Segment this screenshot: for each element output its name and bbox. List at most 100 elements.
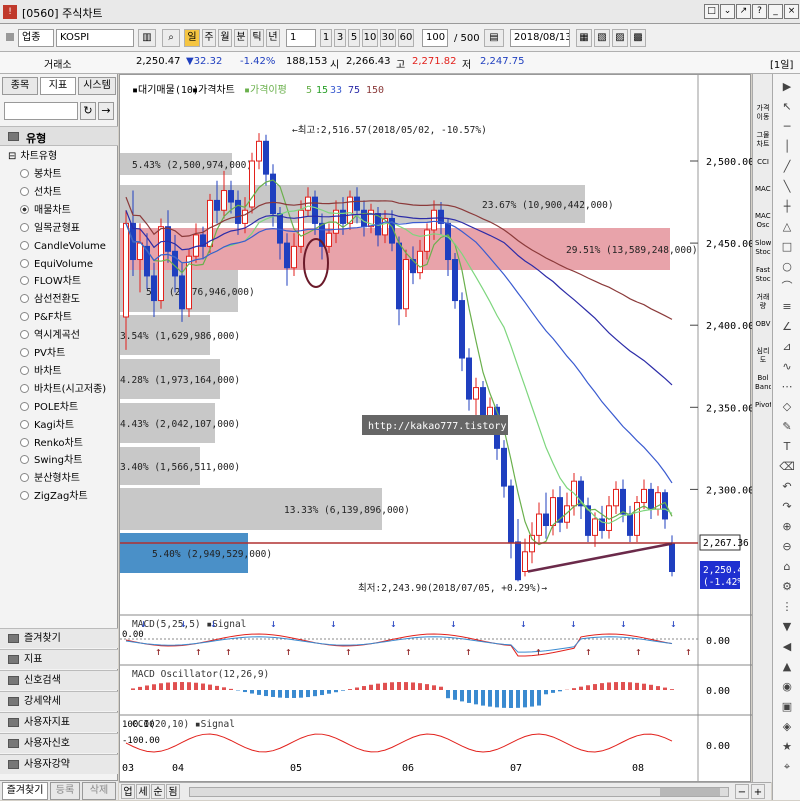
drawing-tool-icon[interactable]: ▼: [778, 618, 796, 636]
radio-icon[interactable]: [20, 312, 29, 321]
chart-type-4[interactable]: CandleVolume: [20, 238, 106, 255]
accordion-3[interactable]: 강세약세: [0, 691, 118, 711]
indicator-tool-7[interactable]: 거래량: [755, 293, 771, 323]
chart-type-14[interactable]: Kagi차트: [20, 417, 74, 434]
section-header[interactable]: 유형: [0, 126, 118, 146]
accordion-4[interactable]: 사용자지표: [0, 712, 118, 732]
zoom-in-icon[interactable]: +: [751, 784, 765, 799]
accordion-2[interactable]: 신호검색: [0, 670, 118, 690]
chart-type-3[interactable]: 일목균형표: [20, 220, 80, 237]
arrow-icon[interactable]: →: [98, 102, 114, 120]
drawing-tool-icon[interactable]: ⚙: [778, 578, 796, 596]
drawing-tool-icon[interactable]: ⌫: [778, 458, 796, 476]
tab-items[interactable]: 종목: [2, 77, 38, 95]
drawing-tool-icon[interactable]: ◀: [778, 638, 796, 656]
chart-type-13[interactable]: POLE차트: [20, 399, 78, 416]
drawing-tool-icon[interactable]: ⊖: [778, 538, 796, 556]
drawing-tool-icon[interactable]: ─: [778, 118, 796, 136]
indicator-tool-11[interactable]: Pivot: [755, 401, 771, 431]
interval-5[interactable]: 5: [348, 29, 360, 47]
chart-type-15[interactable]: Renko차트: [20, 435, 83, 452]
interval-1[interactable]: 1: [320, 29, 332, 47]
chart-type-6[interactable]: FLOW차트: [20, 273, 81, 290]
count-input[interactable]: 100: [422, 29, 448, 47]
window-btn-2[interactable]: ⌄: [720, 4, 735, 19]
chart-type-group[interactable]: ⊟차트유형: [8, 148, 57, 165]
drawing-tool-icon[interactable]: ∿: [778, 358, 796, 376]
indicator-tool-10[interactable]: Bol Band: [755, 374, 771, 404]
drawing-tool-icon[interactable]: ⌖: [778, 758, 796, 776]
bottom-btn-2[interactable]: 세: [136, 784, 150, 799]
radio-icon[interactable]: [20, 330, 29, 339]
drawing-tool-icon[interactable]: ∠: [778, 318, 796, 336]
drawing-tool-icon[interactable]: ✎: [778, 418, 796, 436]
tab-favorites[interactable]: 즐겨찾기: [2, 782, 48, 800]
drawing-tool-icon[interactable]: ⋮: [778, 598, 796, 616]
radio-icon[interactable]: [20, 169, 29, 178]
tab-system[interactable]: 시스템: [78, 77, 116, 95]
drawing-tool-icon[interactable]: ↷: [778, 498, 796, 516]
radio-icon[interactable]: [20, 366, 29, 375]
category-select[interactable]: 업종: [18, 29, 54, 47]
bottom-btn-3[interactable]: 순: [151, 784, 165, 799]
period-year[interactable]: 년: [266, 29, 280, 47]
tab-indicators[interactable]: 지표: [40, 77, 76, 95]
horizontal-scrollbar[interactable]: [189, 787, 729, 797]
tab-register[interactable]: 등록: [50, 782, 80, 800]
export-icon[interactable]: ▩: [630, 29, 646, 47]
drawing-tool-icon[interactable]: ⊿: [778, 338, 796, 356]
drawing-tool-icon[interactable]: ╲: [778, 178, 796, 196]
interval-30[interactable]: 30: [380, 29, 396, 47]
scrollbar-thumb[interactable]: [660, 788, 720, 796]
radio-icon[interactable]: [20, 473, 29, 482]
save-icon[interactable]: ▧: [594, 29, 610, 47]
drawing-tool-icon[interactable]: ↖: [778, 98, 796, 116]
unit-select[interactable]: 1: [286, 29, 316, 47]
radio-icon[interactable]: [20, 491, 29, 500]
indicator-search-input[interactable]: [4, 102, 78, 120]
drawing-tool-icon[interactable]: ▲: [778, 658, 796, 676]
minimize-button[interactable]: _: [768, 4, 783, 19]
chart-type-1[interactable]: 선차트: [20, 184, 62, 201]
drawing-tool-icon[interactable]: ○: [778, 258, 796, 276]
drawing-tool-icon[interactable]: ▶: [778, 78, 796, 96]
refresh-icon[interactable]: ↻: [80, 102, 96, 120]
chart-type-5[interactable]: EquiVolume: [20, 256, 93, 273]
drawing-tool-icon[interactable]: ◇: [778, 398, 796, 416]
tab-delete[interactable]: 삭제: [82, 782, 116, 800]
radio-icon[interactable]: [20, 384, 29, 393]
radio-icon[interactable]: [20, 294, 29, 303]
chart-type-18[interactable]: ZigZag차트: [20, 488, 88, 505]
radio-icon[interactable]: [20, 455, 29, 464]
search-icon[interactable]: ⌕: [162, 29, 180, 47]
indicator-tool-0[interactable]: 가격이동: [755, 104, 771, 134]
drawing-tool-icon[interactable]: T: [778, 438, 796, 456]
drawing-tool-icon[interactable]: □: [778, 238, 796, 256]
accordion-5[interactable]: 사용자신호: [0, 733, 118, 753]
symbol-select[interactable]: KOSPI: [56, 29, 134, 47]
indicator-tool-9[interactable]: 심리도: [755, 347, 771, 377]
drawing-tool-icon[interactable]: ↶: [778, 478, 796, 496]
accordion-6[interactable]: 사용자강약: [0, 754, 118, 774]
radio-icon[interactable]: [20, 241, 29, 250]
chart-type-10[interactable]: PV차트: [20, 345, 65, 362]
indicator-tool-8[interactable]: OBV: [755, 320, 771, 350]
radio-icon[interactable]: [20, 259, 29, 268]
drawing-tool-icon[interactable]: ┼: [778, 198, 796, 216]
radio-icon[interactable]: [20, 223, 29, 232]
radio-icon[interactable]: [20, 187, 29, 196]
radio-icon[interactable]: [20, 420, 29, 429]
interval-10[interactable]: 10: [362, 29, 378, 47]
indicator-tool-2[interactable]: CCI: [755, 158, 771, 188]
drawing-tool-icon[interactable]: ◈: [778, 718, 796, 736]
drawing-tool-icon[interactable]: ★: [778, 738, 796, 756]
radio-icon[interactable]: [20, 276, 29, 285]
drawing-tool-icon[interactable]: ◉: [778, 678, 796, 696]
settings-icon[interactable]: ▤: [484, 29, 504, 47]
chart-type-16[interactable]: Swing차트: [20, 452, 82, 469]
accordion-1[interactable]: 지표: [0, 649, 118, 669]
interval-3[interactable]: 3: [334, 29, 346, 47]
period-minute[interactable]: 분: [234, 29, 248, 47]
drawing-tool-icon[interactable]: ⌒: [778, 278, 796, 296]
day-button[interactable]: 일: [184, 29, 200, 47]
